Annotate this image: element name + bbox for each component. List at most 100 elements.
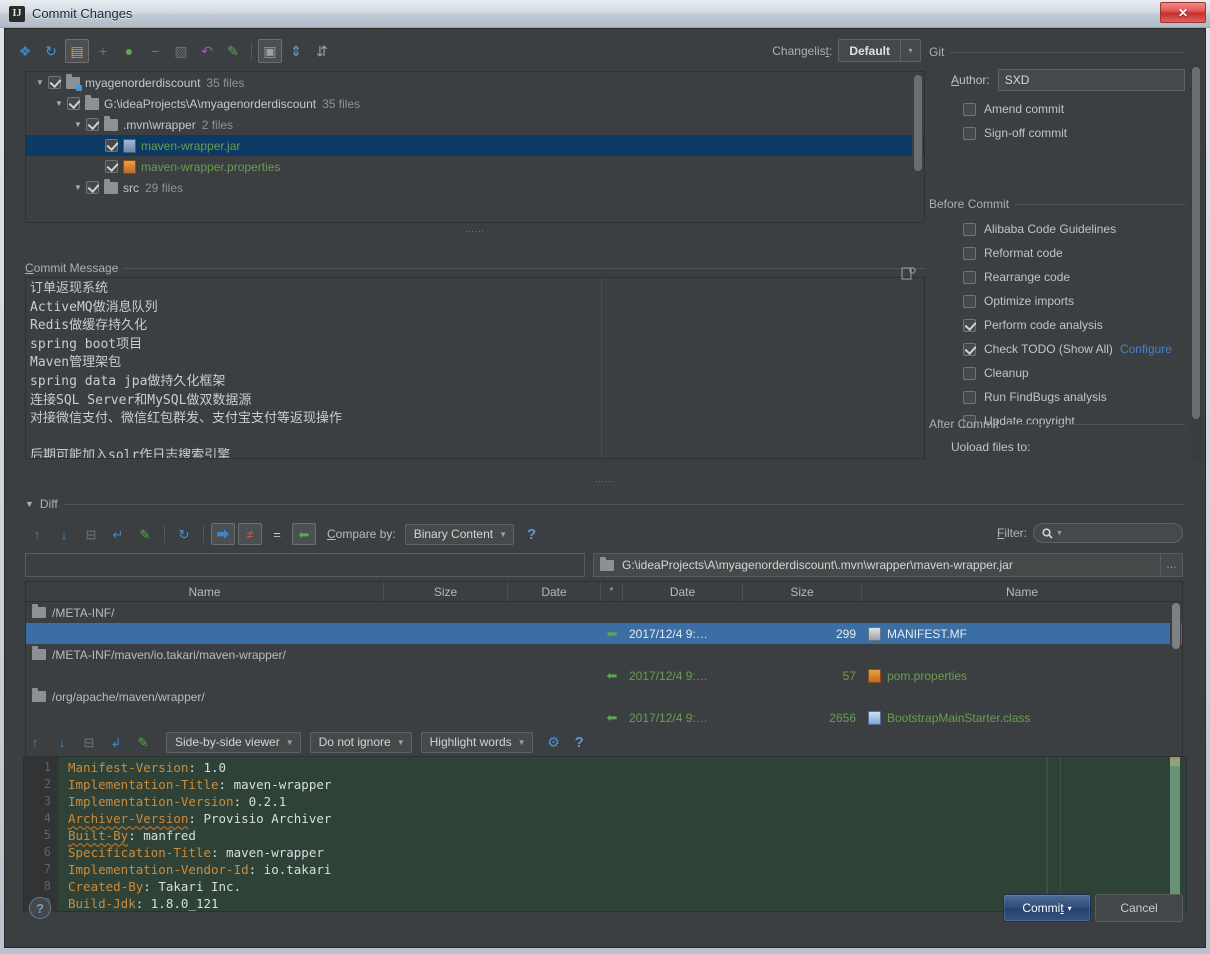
collapse-icon[interactable]: ⊟ bbox=[79, 523, 103, 545]
changes-tree[interactable]: ▼myagenorderdiscount35 files▼G:\ideaProj… bbox=[25, 71, 925, 223]
tree-twisty-icon[interactable]: ▼ bbox=[32, 78, 48, 87]
diff-table-row[interactable]: ⬅2017/12/4 9:…57pom.properties bbox=[26, 665, 1182, 686]
options-scrollbar[interactable] bbox=[1190, 63, 1202, 461]
chevron-down-icon[interactable]: ▾ bbox=[900, 40, 920, 61]
viewer-mode-combo[interactable]: Side-by-side viewer▼ bbox=[166, 732, 301, 753]
right-path-field[interactable]: G:\ideaProjects\A\myagenorderdiscount\.m… bbox=[593, 553, 1161, 577]
checkbox[interactable] bbox=[963, 295, 976, 308]
changelist-combo[interactable]: Default ▾ bbox=[838, 39, 921, 62]
gear-icon[interactable]: ⚙ bbox=[542, 731, 566, 753]
move-to-changelist-icon[interactable]: ● bbox=[117, 39, 141, 63]
viewer-help-icon[interactable]: ? bbox=[575, 734, 584, 751]
tree-row-checkbox[interactable] bbox=[86, 181, 99, 194]
checkbox[interactable] bbox=[963, 367, 976, 380]
diff-table-row[interactable]: ⬅2017/12/4 9:…2656BootstrapMainStarter.c… bbox=[26, 707, 1182, 728]
left-path-field[interactable] bbox=[25, 553, 585, 577]
revert-icon[interactable]: ↶ bbox=[195, 39, 219, 63]
tree-row[interactable]: maven-wrapper.jar bbox=[26, 135, 924, 156]
sign-off-commit-checkbox[interactable]: Sign-off commit bbox=[963, 121, 1185, 145]
show-directories-icon[interactable]: ▣ bbox=[258, 39, 282, 63]
chevron-down-icon[interactable]: ▼ bbox=[397, 738, 411, 747]
ignore-mode-combo[interactable]: Do not ignore▼ bbox=[310, 732, 412, 753]
tree-row-checkbox[interactable] bbox=[67, 97, 80, 110]
checkbox[interactable] bbox=[963, 247, 976, 260]
tree-splitter[interactable]: ⋯⋯ bbox=[25, 227, 925, 236]
edit-source-icon[interactable]: ✎ bbox=[221, 39, 245, 63]
tree-twisty-icon[interactable]: ▼ bbox=[51, 99, 67, 108]
diff-table-row[interactable]: /org/apache/maven/wrapper/ bbox=[26, 686, 1182, 707]
add-icon[interactable]: + bbox=[91, 39, 115, 63]
show-new-icon[interactable]: ⮕ bbox=[211, 523, 235, 545]
tree-row-checkbox[interactable] bbox=[48, 76, 61, 89]
show-modified-icon[interactable]: ≠ bbox=[238, 523, 262, 545]
reformat-code-checkbox[interactable]: Reformat code bbox=[963, 241, 1185, 265]
cleanup-checkbox[interactable]: Cleanup bbox=[963, 361, 1185, 385]
close-button[interactable]: ✕ bbox=[1160, 2, 1206, 23]
column-header-right-date[interactable]: Date bbox=[623, 582, 743, 601]
tree-row[interactable]: ▼G:\ideaProjects\A\myagenorderdiscount35… bbox=[26, 93, 924, 114]
diff-splitter[interactable]: ⋯⋯ bbox=[25, 477, 1185, 486]
group-by-directory-icon[interactable]: ▤ bbox=[65, 39, 89, 63]
help-button[interactable]: ? bbox=[29, 897, 51, 919]
checkbox[interactable] bbox=[963, 103, 976, 116]
expand-icon[interactable]: ↵ bbox=[106, 523, 130, 545]
alibaba-code-guidelines-checkbox[interactable]: Alibaba Code Guidelines bbox=[963, 217, 1185, 241]
checkbox[interactable] bbox=[963, 223, 976, 236]
browse-button[interactable]: … bbox=[1161, 553, 1183, 577]
diff-help-icon[interactable]: ? bbox=[527, 526, 536, 543]
edit-source-icon[interactable]: ✎ bbox=[131, 731, 155, 753]
tree-row-checkbox[interactable] bbox=[105, 139, 118, 152]
column-header-left-size[interactable]: Size bbox=[384, 582, 508, 601]
previous-difference-icon[interactable]: ↑ bbox=[23, 731, 47, 753]
expand-icon[interactable]: ↲ bbox=[104, 731, 128, 753]
column-header-left-date[interactable]: Date bbox=[508, 582, 601, 601]
edit-source-icon[interactable]: ✎ bbox=[133, 523, 157, 545]
diff-minimap[interactable] bbox=[1170, 759, 1180, 899]
checkbox[interactable] bbox=[963, 391, 976, 404]
filter-input[interactable]: ▼ bbox=[1033, 523, 1183, 543]
checkbox[interactable] bbox=[963, 271, 976, 284]
checkbox[interactable] bbox=[963, 127, 976, 140]
checkbox[interactable] bbox=[963, 319, 976, 332]
collapse-icon[interactable]: ⊟ bbox=[77, 731, 101, 753]
tree-twisty-icon[interactable]: ▼ bbox=[70, 120, 86, 129]
run-findbugs-analysis-checkbox[interactable]: Run FindBugs analysis bbox=[963, 385, 1185, 409]
perform-code-analysis-checkbox[interactable]: Perform code analysis bbox=[963, 313, 1185, 337]
show-deleted-icon[interactable]: ⬅ bbox=[292, 523, 316, 545]
tree-row[interactable]: maven-wrapper.properties bbox=[26, 156, 924, 177]
tree-row[interactable]: ▼.mvn\wrapper2 files bbox=[26, 114, 924, 135]
show-equal-icon[interactable]: = bbox=[265, 523, 289, 545]
rearrange-code-checkbox[interactable]: Rearrange code bbox=[963, 265, 1185, 289]
chevron-down-icon[interactable]: ▼ bbox=[518, 738, 532, 747]
cancel-button[interactable]: Cancel bbox=[1095, 894, 1183, 922]
check-todo-checkbox[interactable]: Check TODO (Show All)Configure bbox=[963, 337, 1185, 361]
previous-difference-icon[interactable]: ↑ bbox=[25, 523, 49, 545]
refresh-icon[interactable]: ↻ bbox=[172, 523, 196, 545]
chevron-down-icon[interactable]: ▾ bbox=[1068, 904, 1072, 913]
column-header-right-size[interactable]: Size bbox=[743, 582, 862, 601]
tree-row-checkbox[interactable] bbox=[86, 118, 99, 131]
author-field[interactable]: SXD bbox=[998, 69, 1185, 91]
diff-table-row[interactable]: /META-INF/maven/io.takari/maven-wrapper/ bbox=[26, 644, 1182, 665]
chevron-down-icon[interactable]: ▼ bbox=[499, 530, 513, 539]
commit-message-history-icon[interactable] bbox=[901, 267, 916, 281]
column-header-left-name[interactable]: Name bbox=[26, 582, 384, 601]
tree-row[interactable]: ▼src29 files bbox=[26, 177, 924, 198]
tree-row[interactable]: ▼myagenorderdiscount35 files bbox=[26, 72, 924, 93]
next-difference-icon[interactable]: ↓ bbox=[50, 731, 74, 753]
collapse-all-icon[interactable]: ⇵ bbox=[310, 39, 334, 63]
chevron-down-icon[interactable]: ▼ bbox=[1056, 530, 1063, 537]
checkbox[interactable] bbox=[963, 343, 976, 356]
diff-table-scrollbar-thumb[interactable] bbox=[1172, 603, 1180, 649]
options-scrollbar-thumb[interactable] bbox=[1192, 67, 1200, 419]
tree-twisty-icon[interactable]: ▼ bbox=[70, 183, 86, 192]
column-header-right-name[interactable]: Name bbox=[862, 582, 1182, 601]
diff-table-row[interactable]: /META-INF/ bbox=[26, 602, 1182, 623]
chevron-down-icon[interactable]: ▼ bbox=[286, 738, 300, 747]
commit-button[interactable]: Commit ▾ bbox=[1003, 894, 1091, 922]
column-header-marker[interactable]: * bbox=[601, 582, 623, 601]
optimize-imports-checkbox[interactable]: Optimize imports bbox=[963, 289, 1185, 313]
commit-message-box[interactable]: 订单返现系统 ActiveMQ做消息队列 Redis做缓存持久化 spring … bbox=[25, 277, 925, 459]
expand-all-icon[interactable]: ⇕ bbox=[284, 39, 308, 63]
highlight-mode-combo[interactable]: Highlight words▼ bbox=[421, 732, 533, 753]
